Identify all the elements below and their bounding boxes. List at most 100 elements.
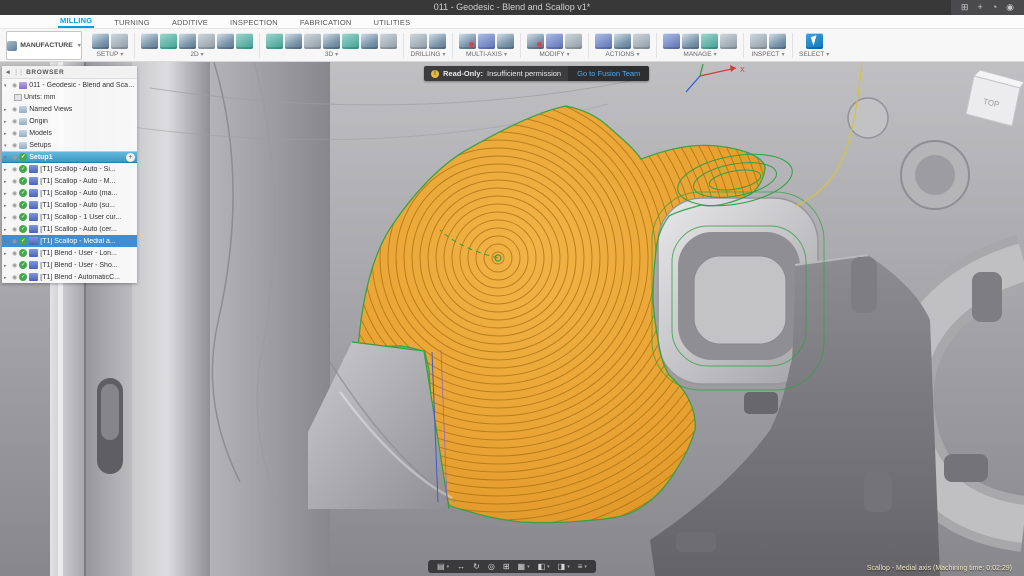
expand-icon[interactable] xyxy=(4,142,10,149)
tab-utilities[interactable]: UTILITIES xyxy=(372,16,413,28)
expand-icon[interactable] xyxy=(4,118,10,125)
expand-icon[interactable] xyxy=(4,166,10,173)
new-setup-icon[interactable] xyxy=(92,33,109,49)
group-label-3d[interactable]: 3D xyxy=(325,51,338,58)
scene-3d[interactable]: X TOP xyxy=(0,62,1024,576)
notifications-icon[interactable]: ◔ xyxy=(992,0,997,15)
visibility-icon[interactable] xyxy=(12,274,17,281)
toolpath-item[interactable]: [T1] Scallop - Auto (cer... xyxy=(2,223,137,235)
expand-icon[interactable] xyxy=(4,130,10,137)
morph-icon[interactable] xyxy=(361,33,378,49)
template-icon[interactable] xyxy=(682,33,699,49)
3d-pocket-icon[interactable] xyxy=(285,33,302,49)
expand-icon[interactable] xyxy=(4,106,10,113)
2d-pocket-icon[interactable] xyxy=(179,33,196,49)
tab-turning[interactable]: TURNING xyxy=(112,16,152,28)
delete-passes-icon[interactable] xyxy=(546,33,563,49)
fusion-team-link[interactable]: Go to Fusion Team xyxy=(568,66,649,81)
measure-icon[interactable] xyxy=(750,33,767,49)
look-at-icon[interactable]: ◎ xyxy=(488,560,495,573)
generate-icon[interactable] xyxy=(595,33,612,49)
visibility-icon[interactable] xyxy=(12,202,17,209)
probe-icon[interactable] xyxy=(769,33,786,49)
grid-display-icon[interactable]: ▦ xyxy=(518,559,530,574)
group-label-inspect[interactable]: INSPECT xyxy=(751,51,784,58)
visibility-icon[interactable] xyxy=(12,178,17,185)
select-cursor-icon[interactable] xyxy=(806,33,823,49)
display-settings-icon[interactable]: ▤ xyxy=(437,559,449,574)
expand-icon[interactable] xyxy=(4,178,10,185)
toolpath-item[interactable]: [T1] Blend - User - Sho... xyxy=(2,259,137,271)
layout-icon[interactable]: ◨ xyxy=(558,559,570,574)
tree-item-document[interactable]: 011 - Geodesic - Blend and Scallop v1 xyxy=(2,79,137,91)
2d-contour-icon[interactable] xyxy=(198,33,215,49)
tree-item-units[interactable]: Units: mm xyxy=(2,91,137,103)
simulate-icon[interactable] xyxy=(614,33,631,49)
visibility-icon[interactable] xyxy=(12,250,17,257)
blend-icon[interactable] xyxy=(380,33,397,49)
viewports-icon[interactable]: ◧ xyxy=(538,559,550,574)
group-label-multiaxis[interactable]: MULTI-AXIS xyxy=(466,51,507,58)
group-label-modify[interactable]: MODIFY xyxy=(539,51,569,58)
tree-item-models[interactable]: Models xyxy=(2,127,137,139)
navigation-menu-icon[interactable]: ≡ xyxy=(578,559,587,574)
new-operation-icon[interactable] xyxy=(126,153,135,162)
toolpath-item[interactable]: [T1] Scallop - 1 User cur... xyxy=(2,211,137,223)
expand-icon[interactable] xyxy=(4,82,10,89)
expand-icon[interactable] xyxy=(4,154,10,161)
drill-icon[interactable] xyxy=(410,33,427,49)
face-icon[interactable] xyxy=(141,33,158,49)
setup-folder-icon[interactable] xyxy=(111,33,128,49)
workspace-switcher[interactable]: MANUFACTURE xyxy=(6,31,82,60)
toolpath-item[interactable]: [T1] Scallop - Auto (ma... xyxy=(2,187,137,199)
group-label-actions[interactable]: ACTIONS xyxy=(606,51,640,58)
visibility-icon[interactable] xyxy=(12,118,17,125)
trace-icon[interactable] xyxy=(236,33,253,49)
orbit-icon[interactable]: ↻ xyxy=(473,560,480,573)
toolpath-item-selected[interactable]: [T1] Scallop - Medial a... xyxy=(2,235,137,247)
visibility-icon[interactable] xyxy=(12,226,17,233)
tab-milling[interactable]: MILLING xyxy=(58,14,94,28)
visibility-icon[interactable] xyxy=(12,82,17,89)
zoom-window-icon[interactable]: ⊞ xyxy=(503,560,510,573)
swarf-icon[interactable] xyxy=(459,33,476,49)
expand-icon[interactable] xyxy=(4,238,10,245)
group-label-setup[interactable]: SETUP xyxy=(97,51,124,58)
expand-icon[interactable] xyxy=(4,274,10,281)
trim-icon[interactable] xyxy=(527,33,544,49)
nc-program-icon[interactable] xyxy=(701,33,718,49)
tree-item-setup1[interactable]: Setup1 xyxy=(2,151,137,163)
bore-icon[interactable] xyxy=(429,33,446,49)
visibility-icon[interactable] xyxy=(12,238,17,245)
grid-icon[interactable]: ⊞ xyxy=(961,0,969,15)
visibility-icon[interactable] xyxy=(12,154,17,161)
tool-library-icon[interactable] xyxy=(663,33,680,49)
expand-icon[interactable] xyxy=(4,226,10,233)
toolpath-item[interactable]: [T1] Scallop - Auto - Si... xyxy=(2,163,137,175)
toolpath-item[interactable]: [T1] Scallop - Auto (su... xyxy=(2,199,137,211)
2d-adaptive-icon[interactable] xyxy=(160,33,177,49)
visibility-icon[interactable] xyxy=(12,190,17,197)
expand-icon[interactable] xyxy=(4,250,10,257)
visibility-icon[interactable] xyxy=(12,106,17,113)
group-label-2d[interactable]: 2D xyxy=(190,51,203,58)
pan-icon[interactable]: ↔ xyxy=(457,560,465,573)
profile-icon[interactable]: ◉ xyxy=(1006,0,1014,15)
viewport[interactable]: X TOP ! Read-Only: Insufficient permissi… xyxy=(0,62,1024,576)
expand-icon[interactable] xyxy=(4,202,10,209)
visibility-icon[interactable] xyxy=(12,130,17,137)
visibility-icon[interactable] xyxy=(12,262,17,269)
collapse-panel-icon[interactable] xyxy=(6,68,10,76)
group-label-manage[interactable]: MANAGE xyxy=(683,51,716,58)
tree-item-setups[interactable]: Setups xyxy=(2,139,137,151)
tab-inspection[interactable]: INSPECTION xyxy=(228,16,280,28)
visibility-icon[interactable] xyxy=(12,166,17,173)
expand-icon[interactable] xyxy=(4,190,10,197)
group-label-select[interactable]: SELECT xyxy=(799,51,829,58)
scallop-icon[interactable] xyxy=(323,33,340,49)
group-label-drilling[interactable]: DRILLING xyxy=(411,51,446,58)
expand-icon[interactable] xyxy=(4,262,10,269)
flow-icon[interactable] xyxy=(478,33,495,49)
rotary-icon[interactable] xyxy=(497,33,514,49)
post-process-icon[interactable] xyxy=(633,33,650,49)
